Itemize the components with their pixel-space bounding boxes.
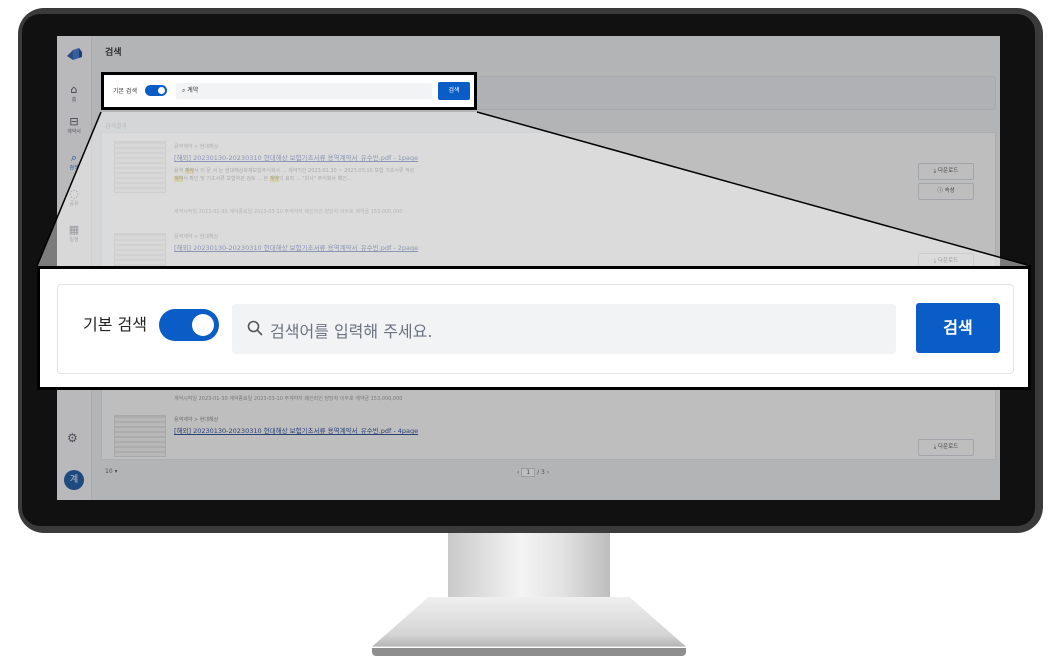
per-page-select[interactable]: 10 ▾ bbox=[105, 468, 118, 475]
calendar-icon: ▦ bbox=[68, 223, 80, 236]
monitor-stand-shadow bbox=[372, 648, 686, 656]
sidebar-item-label: 계약서 bbox=[67, 129, 81, 135]
sidebar-item-label: 검색 bbox=[69, 165, 79, 171]
per-page-value: 10 bbox=[105, 468, 113, 475]
result-title-link[interactable]: [해외] 20230130-20230310 현대해상 보험기초서류 용역계약서… bbox=[174, 152, 418, 162]
app-logo-icon[interactable] bbox=[65, 46, 83, 64]
search-button[interactable]: 검색 bbox=[916, 303, 1000, 353]
monitor-stand-base bbox=[372, 597, 686, 647]
result-category: 용역계약 > 현대해상 bbox=[174, 417, 219, 423]
search-query: 계약 bbox=[187, 87, 199, 94]
mini-search-bar: 기본 검색 ⌕ 계약 검색 bbox=[101, 72, 477, 110]
info-icon: ⓘ bbox=[937, 188, 945, 194]
basic-search-toggle[interactable] bbox=[145, 85, 167, 96]
snippet-text: 서 확인 및 기초서류 보험약관 검토 ... 본 bbox=[183, 176, 270, 182]
search-input[interactable]: 검색어를 입력해 주세요. bbox=[232, 304, 896, 354]
result-meta: 계약시작일 2023-01-30 계약종료일 2023-03-10 주계약자 메… bbox=[174, 209, 403, 215]
snippet-text: 용역 bbox=[174, 168, 185, 174]
search-input[interactable]: ⌕ 계약 bbox=[176, 83, 432, 99]
page-title: 검색 bbox=[105, 48, 122, 58]
share-icon: ◌ bbox=[69, 187, 79, 200]
sidebar-item-contracts[interactable]: ⊟ 계약서 bbox=[59, 115, 89, 136]
snippet-text: 서 이 문 서 는 현대해상화재보험주식회사 ... 계약기간 2023.01.… bbox=[194, 168, 415, 174]
basic-search-label: 기본 검색 bbox=[83, 315, 147, 334]
zoom-callout: 기본 검색 검색어를 입력해 주세요. 검색 bbox=[37, 266, 1031, 390]
sidebar-item-search[interactable]: ⌕ 검색 bbox=[59, 151, 89, 172]
download-button[interactable]: ⤓ 다운로드 bbox=[918, 163, 974, 180]
results-header: 검색결과 bbox=[105, 123, 128, 130]
result-title-link[interactable]: [해외] 20230130-20230310 현대해상 보험기초서류 용역계약서… bbox=[174, 425, 418, 435]
properties-button[interactable]: ⓘ 속성 bbox=[918, 183, 974, 200]
snippet-highlight: 계약 bbox=[269, 176, 279, 182]
monitor-stand-neck bbox=[448, 533, 610, 597]
document-thumbnail[interactable] bbox=[114, 141, 166, 193]
sidebar-item-label: 일정 bbox=[69, 237, 79, 243]
result-meta: 계약시작일 2023-01-30 계약종료일 2023-03-10 주계약자 메… bbox=[174, 396, 403, 402]
document-thumbnail[interactable] bbox=[114, 415, 166, 457]
result-title-link[interactable]: [해외] 20230130-20230310 현대해상 보험기초서류 용역계약서… bbox=[174, 242, 418, 252]
download-label: 다운로드 bbox=[937, 444, 959, 450]
snippet-highlight: 계약 bbox=[184, 168, 194, 174]
sidebar-item-label: 홈 bbox=[71, 97, 77, 103]
basic-search-label: 기본 검색 bbox=[113, 88, 137, 95]
next-page-button[interactable]: › bbox=[547, 469, 549, 476]
pagination: ‹ 1 / 3 › bbox=[517, 468, 549, 477]
download-label: 다운로드 bbox=[937, 258, 959, 264]
sidebar-item-home[interactable]: ⌂ 홈 bbox=[59, 83, 89, 104]
search-icon bbox=[247, 320, 263, 336]
snippet-highlight: 계약 bbox=[174, 176, 184, 182]
gear-icon[interactable]: ⚙ bbox=[67, 431, 78, 445]
current-page[interactable]: 1 bbox=[521, 468, 536, 477]
sidebar-item-calendar[interactable]: ▦ 일정 bbox=[59, 223, 89, 244]
download-button[interactable]: ⤓ 다운로드 bbox=[918, 439, 974, 456]
result-snippet: 계약서 확인 및 기초서류 보험약관 검토 ... 본 계약의 효력 ... "… bbox=[174, 175, 904, 183]
result-category: 용역계약 > 현대해상 bbox=[174, 234, 219, 240]
snippet-text: 의 효력 ... "회사" 주식회사 메인... bbox=[278, 176, 352, 182]
result-category: 용역계약 > 현대해상 bbox=[174, 144, 219, 150]
properties-label: 속성 bbox=[944, 188, 955, 194]
total-pages: / 3 bbox=[537, 469, 545, 476]
download-label: 다운로드 bbox=[937, 168, 959, 174]
sidebar-item-label: 공유 bbox=[69, 201, 79, 207]
result-snippet: 용역 계약서 이 문 서 는 현대해상화재보험주식회사 ... 계약기간 202… bbox=[174, 167, 904, 175]
briefcase-icon: ⊟ bbox=[69, 115, 79, 128]
basic-search-toggle[interactable] bbox=[159, 309, 219, 341]
home-icon: ⌂ bbox=[70, 83, 78, 96]
avatar[interactable]: 계 bbox=[64, 470, 84, 490]
search-panel: 기본 검색 검색어를 입력해 주세요. 검색 bbox=[57, 284, 1014, 374]
search-icon: ⌕ bbox=[70, 151, 78, 164]
search-button[interactable]: 검색 bbox=[438, 82, 470, 100]
sidebar-item-share[interactable]: ◌ 공유 bbox=[59, 187, 89, 208]
search-placeholder: 검색어를 입력해 주세요. bbox=[270, 322, 433, 341]
